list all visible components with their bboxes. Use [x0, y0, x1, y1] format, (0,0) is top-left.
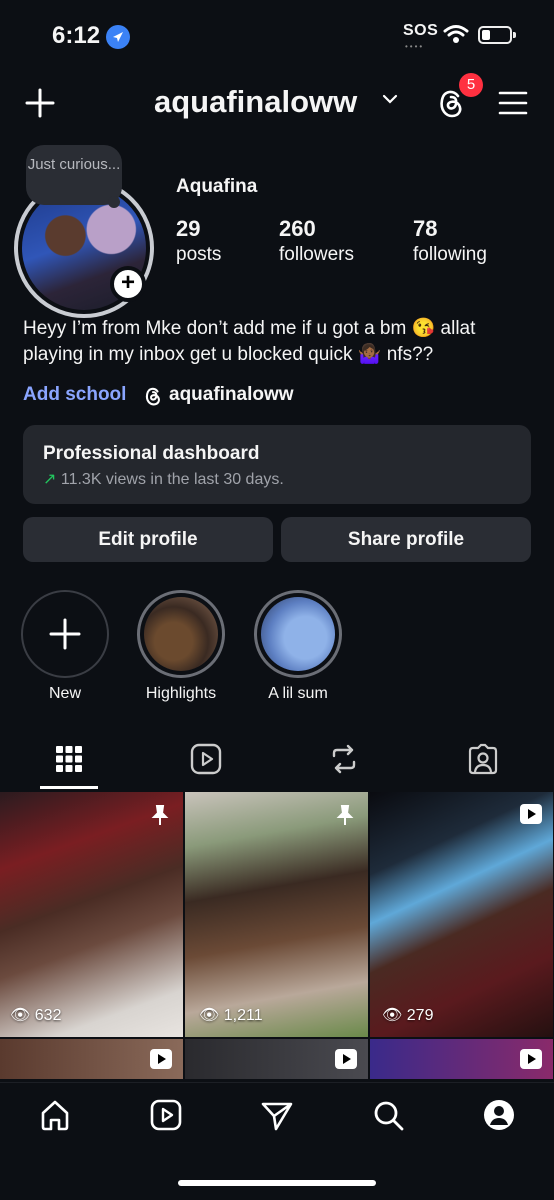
threads-notification-badge: 5	[459, 73, 483, 97]
following-label[interactable]: following	[413, 244, 487, 266]
post-thumbnail-4[interactable]	[0, 1039, 183, 1079]
post-thumbnail-3[interactable]: 👁 279	[370, 792, 553, 1037]
reel-icon	[520, 804, 542, 824]
reel-icon	[150, 1049, 172, 1069]
trend-up-arrow-icon: ↗	[43, 471, 57, 488]
share-profile-button[interactable]: Share profile	[281, 517, 531, 562]
reposts-icon[interactable]	[327, 742, 361, 776]
dashboard-views-text: 11.3K views in the last 30 days.	[60, 471, 284, 488]
home-icon[interactable]	[38, 1098, 72, 1132]
followers-label[interactable]: followers	[279, 244, 354, 266]
view-count: 👁 1,211	[199, 1007, 263, 1024]
add-story-button[interactable]: +	[110, 266, 146, 302]
highlight-a-lil-sum[interactable]	[254, 590, 342, 678]
reel-icon	[520, 1049, 542, 1069]
plus-icon	[49, 618, 81, 650]
profile-icon[interactable]	[482, 1098, 516, 1132]
edit-profile-button[interactable]: Edit profile	[23, 517, 273, 562]
posts-count[interactable]: 29	[176, 216, 200, 242]
new-highlight-button[interactable]	[21, 590, 109, 678]
highlight-label-a-lil-sum[interactable]: A lil sum	[238, 685, 358, 703]
profile-note[interactable]: Just curious...	[26, 145, 122, 205]
direct-icon[interactable]	[260, 1098, 294, 1132]
reels-icon[interactable]	[189, 742, 223, 776]
dashboard-subtitle: ↗ 11.3K views in the last 30 days.	[43, 469, 284, 489]
threads-icon[interactable]	[142, 385, 164, 407]
pin-icon	[333, 804, 357, 833]
note-bubble-tail	[108, 196, 120, 208]
home-indicator	[178, 1180, 376, 1186]
wifi-icon	[443, 24, 469, 49]
status-time: 6:12	[52, 22, 101, 49]
display-name: Aquafina	[176, 176, 258, 197]
highlight-highlights[interactable]	[137, 590, 225, 678]
view-count: 👁 279	[382, 1007, 434, 1024]
post-thumbnail-6[interactable]	[370, 1039, 553, 1079]
professional-dashboard[interactable]: Professional dashboard ↗ 11.3K views in …	[23, 425, 531, 504]
battery-icon	[478, 26, 516, 44]
grid-icon[interactable]	[52, 742, 86, 776]
threads-handle-link[interactable]: aquafinaloww	[169, 384, 294, 406]
post-thumbnail-5[interactable]	[185, 1039, 368, 1079]
tagged-icon[interactable]	[466, 742, 500, 776]
hamburger-icon	[498, 91, 528, 115]
account-switcher-username[interactable]: aquafinaloww	[154, 84, 357, 120]
add-school-link[interactable]: Add school	[23, 384, 126, 406]
view-count: 👁 632	[10, 1007, 62, 1024]
post-thumbnail-1[interactable]: 👁 632	[0, 792, 183, 1037]
dashboard-title: Professional dashboard	[43, 443, 260, 464]
location-arrow-icon	[106, 25, 130, 49]
pin-icon	[148, 804, 172, 833]
eye-icon: 👁	[382, 1007, 403, 1024]
followers-count[interactable]: 260	[279, 216, 316, 242]
highlight-label-highlights[interactable]: Highlights	[121, 685, 241, 703]
reels-icon[interactable]	[149, 1098, 183, 1132]
eye-icon: 👁	[199, 1007, 220, 1024]
chevron-down-icon[interactable]	[382, 92, 398, 110]
profile-bio: Heyy I’m from Mke don’t add me if u got …	[23, 318, 476, 365]
create-button[interactable]	[25, 88, 55, 118]
highlight-label-new[interactable]: New	[5, 685, 125, 703]
eye-icon: 👁	[10, 1007, 31, 1024]
search-icon[interactable]	[371, 1098, 405, 1132]
active-tab-indicator	[40, 786, 98, 789]
posts-label[interactable]: posts	[176, 244, 221, 266]
menu-button[interactable]	[498, 90, 528, 116]
following-count[interactable]: 78	[413, 216, 437, 242]
signal-dots-icon: ••••	[405, 42, 425, 51]
sos-indicator: SOS	[403, 22, 439, 39]
post-thumbnail-2[interactable]: 👁 1,211	[185, 792, 368, 1037]
plus-icon	[25, 88, 55, 118]
reel-icon	[335, 1049, 357, 1069]
